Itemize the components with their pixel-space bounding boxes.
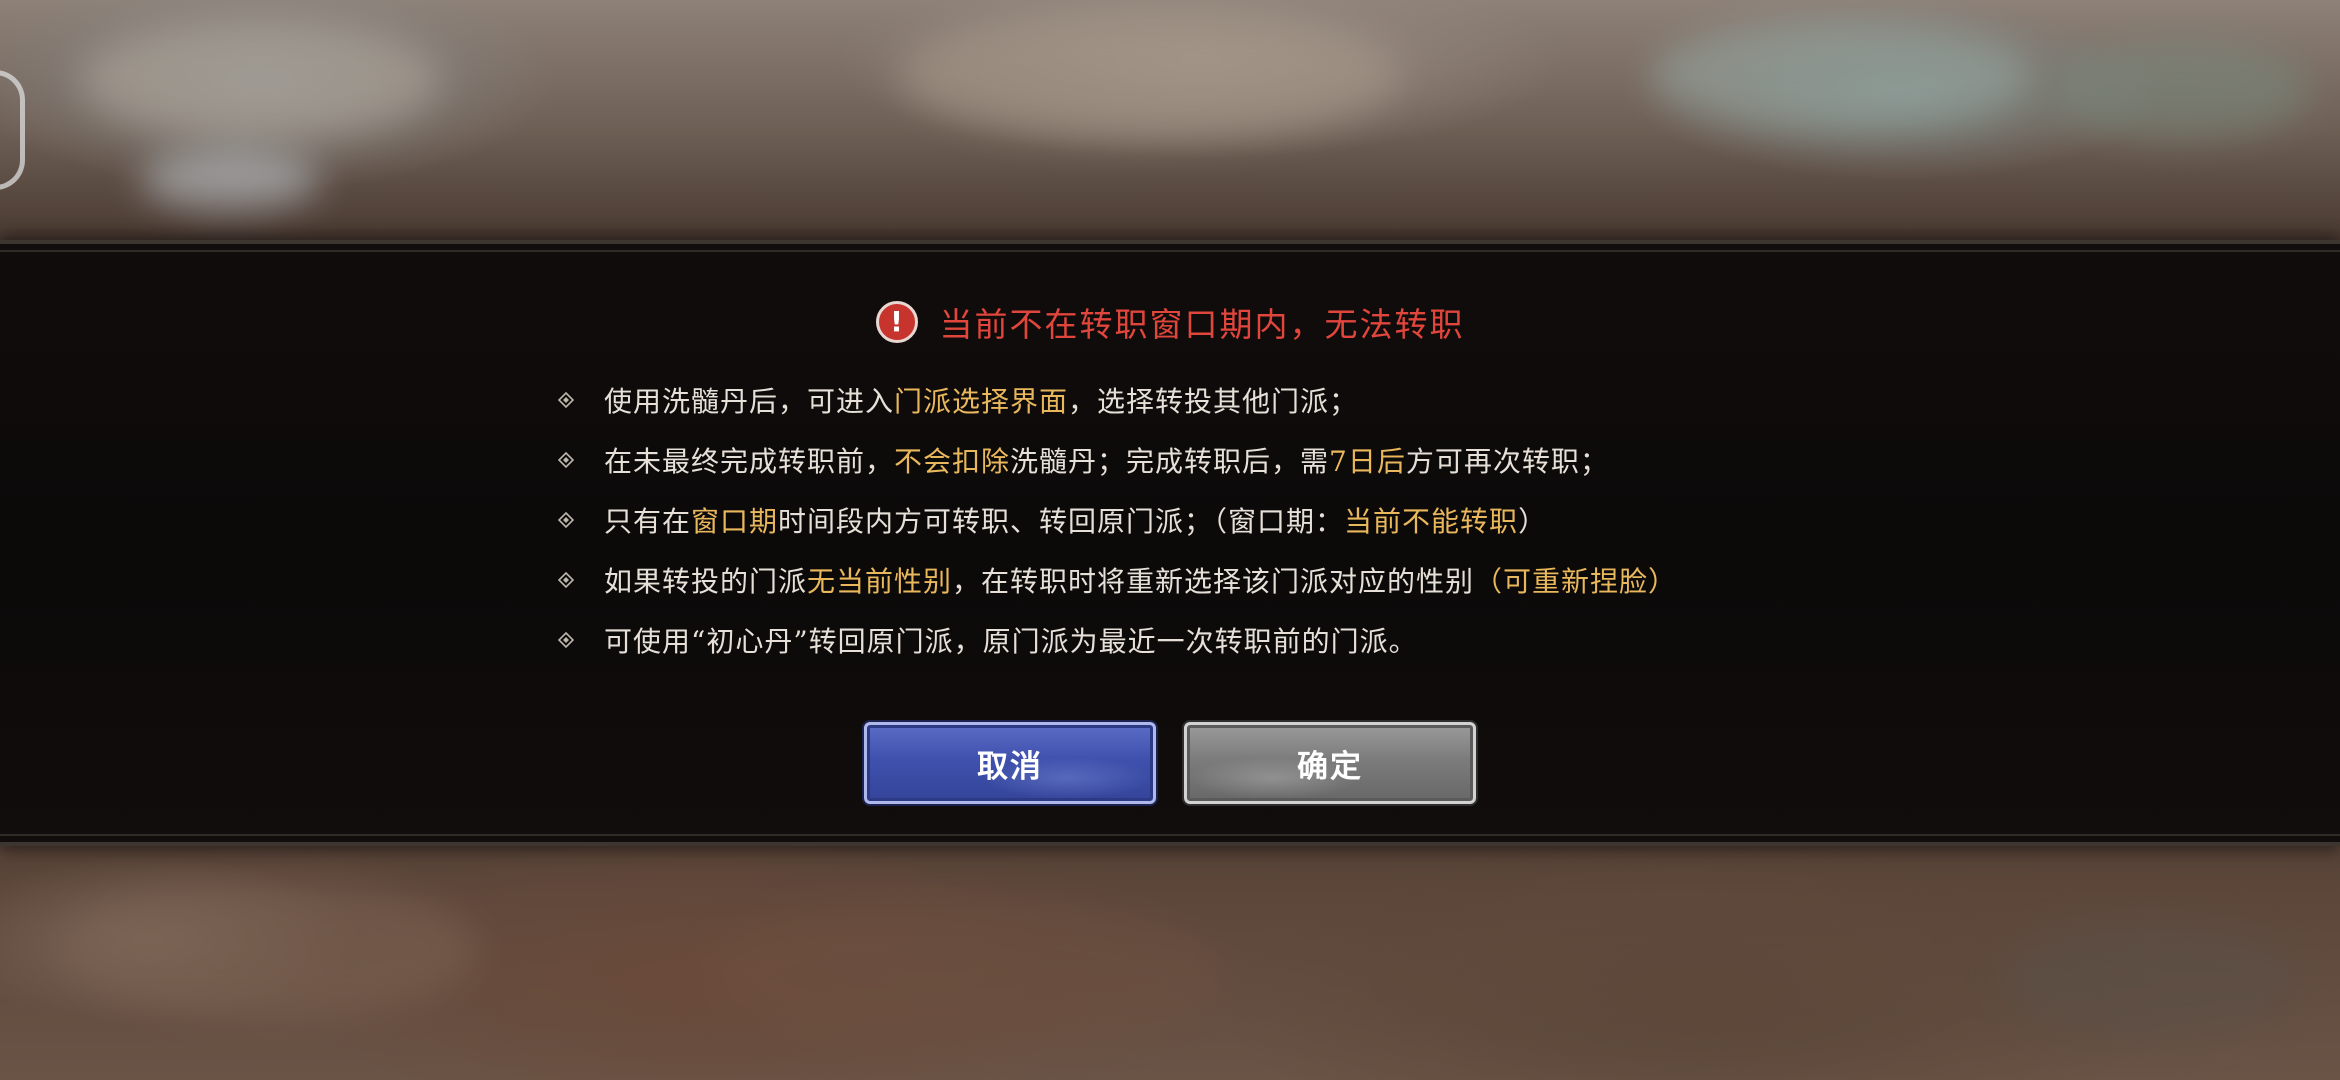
diamond-bullet-icon <box>558 512 574 528</box>
rule-text: 使用洗髓丹后，可进入 <box>604 385 895 418</box>
rule-text: 时间段内方可转职、转回原门派；（窗口期： <box>778 505 1345 538</box>
cancel-button[interactable]: 取消 <box>864 722 1156 804</box>
rule-text: 如果转投的门派 <box>604 565 808 598</box>
rule-highlight-text: 7日后 <box>1329 445 1406 478</box>
rule-text: ，选择转投其他门派； <box>1068 385 1359 418</box>
rule-item: 在未最终完成转职前， 不会扣除 洗髓丹；完成转职后，需 7日后 方可再次转职； <box>558 430 1858 490</box>
diamond-bullet-icon <box>558 632 574 648</box>
rules-list: 使用洗髓丹后，可进入 门派选择界面 ，选择转投其他门派； 在未最终完成转职前， 不会扣除… <box>558 370 1858 670</box>
rule-highlight-text: （可重新捏脸） <box>1474 565 1678 598</box>
side-frame-decoration <box>0 70 25 190</box>
rule-text: ，在转职时将重新选择该门派对应的性别 <box>952 565 1475 598</box>
rule-text: 只有在 <box>604 505 692 538</box>
rule-item: 可使用“初心丹”转回原门派，原门派为最近一次转职前的门派。 <box>558 610 1858 670</box>
rule-text: ） <box>1518 505 1548 538</box>
job-change-dialog: ! 当前不在转职窗口期内，无法转职 使用洗髓丹后，可进入 门派选择界面 ，选择转投其… <box>0 240 2340 846</box>
diamond-bullet-icon <box>558 392 574 408</box>
rule-item: 只有在 窗口期 时间段内方可转职、转回原门派；（窗口期： 当前不能转职） <box>558 490 1858 550</box>
alert-icon: ! <box>875 301 918 343</box>
rule-text: 方可再次转职； <box>1405 445 1609 478</box>
rule-item: 如果转投的门派 无当前性别 ，在转职时将重新选择该门派对应的性别 （可重新捏脸） <box>558 550 1858 610</box>
confirm-button[interactable]: 确定 <box>1184 722 1476 804</box>
rule-highlight-text: 当前不能转职 <box>1344 505 1519 538</box>
dialog-title: 当前不在转职窗口期内，无法转职 <box>939 305 1465 344</box>
rule-highlight-text: 窗口期 <box>691 505 779 538</box>
rule-text: 洗髓丹；完成转职后，需 <box>1010 445 1330 478</box>
rule-highlight-text: 门派选择界面 <box>894 385 1069 418</box>
dialog-title-row: ! 当前不在转职窗口期内，无法转职 <box>0 294 2340 350</box>
rule-text: 在未最终完成转职前， <box>604 445 895 478</box>
rule-item: 使用洗髓丹后，可进入 门派选择界面 ，选择转投其他门派； <box>558 370 1858 430</box>
rule-text: 可使用“初心丹”转回原门派，原门派为最近一次转职前的门派。 <box>604 625 1418 658</box>
diamond-bullet-icon <box>558 572 574 588</box>
rule-highlight-text: 不会扣除 <box>894 445 1011 478</box>
diamond-bullet-icon <box>558 452 574 468</box>
rule-highlight-text: 无当前性别 <box>807 565 953 598</box>
